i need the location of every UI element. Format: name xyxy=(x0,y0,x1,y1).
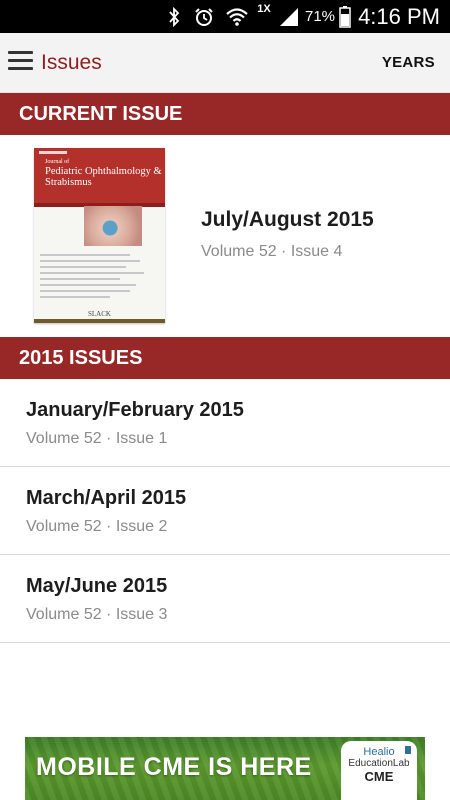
issue-title: January/February 2015 xyxy=(26,399,244,421)
current-issue-title: July/August 2015 xyxy=(201,208,374,231)
status-bar: 1X 71% 4:16 PM xyxy=(0,0,450,33)
issue-cover-image[interactable]: Journal of Pediatric Ophthalmology & Str… xyxy=(34,148,165,323)
cover-text-line xyxy=(40,284,136,286)
logo-accent xyxy=(405,746,411,754)
cover-text-line xyxy=(40,278,120,280)
signal-icon xyxy=(276,0,302,33)
alarm-icon xyxy=(192,0,216,33)
cover-text-line xyxy=(40,272,144,274)
issue-title: March/April 2015 xyxy=(26,487,187,509)
issue-title: May/June 2015 xyxy=(26,575,168,597)
cover-bottom-band xyxy=(34,319,165,323)
issue-list: January/February 2015 Volume 52 · Issue … xyxy=(0,379,450,643)
current-issue-subtitle: Volume 52 · Issue 4 xyxy=(201,243,343,260)
cover-text-line xyxy=(40,290,130,292)
battery-icon xyxy=(337,0,353,33)
cover-masthead: Journal of Pediatric Ophthalmology & Str… xyxy=(34,148,165,203)
issue-subtitle: Volume 52 · Issue 3 xyxy=(26,606,168,623)
clock: 4:16 PM xyxy=(358,4,440,29)
current-issue-item[interactable]: Journal of Pediatric Ophthalmology & Str… xyxy=(0,135,450,337)
app-bar: Issues YEARS xyxy=(0,33,450,93)
issue-subtitle: Volume 52 · Issue 1 xyxy=(26,430,168,447)
logo-line-cme: CME xyxy=(364,769,394,784)
issue-subtitle: Volume 52 · Issue 2 xyxy=(26,518,168,535)
cover-publisher: SLACK xyxy=(88,310,111,318)
bluetooth-icon xyxy=(163,0,185,33)
section-header-current-issue: CURRENT ISSUE xyxy=(0,93,450,135)
cover-text-line xyxy=(40,266,126,268)
cover-journal-title: Pediatric Ophthalmology & Strabismus xyxy=(45,166,162,188)
cover-text-line xyxy=(40,260,140,262)
page-title: Issues xyxy=(41,51,102,74)
issue-list-item[interactable]: May/June 2015 Volume 52 · Issue 3 xyxy=(0,555,450,643)
hamburger-menu-icon[interactable] xyxy=(8,49,34,75)
cover-journal-line: Journal of xyxy=(45,159,70,165)
cover-text-line xyxy=(40,296,110,298)
section-header-2015-issues: 2015 ISSUES xyxy=(0,337,450,379)
issue-list-item[interactable]: March/April 2015 Volume 52 · Issue 2 xyxy=(0,467,450,555)
network-type: 1X xyxy=(257,3,271,15)
cover-logo xyxy=(39,151,67,154)
current-issue-text: July/August 2015 Volume 52 · Issue 4 xyxy=(201,208,374,261)
issue-list-item[interactable]: January/February 2015 Volume 52 · Issue … xyxy=(0,379,450,467)
healio-educationlab-logo: Healio EducationLab CME xyxy=(341,741,417,800)
wifi-icon xyxy=(224,0,250,33)
cover-eye-photo xyxy=(84,206,142,246)
battery-percent: 71% xyxy=(305,8,336,25)
ad-headline: MOBILE CME IS HERE xyxy=(36,753,312,781)
years-button[interactable]: YEARS xyxy=(382,33,435,93)
cover-text-line xyxy=(40,254,130,256)
cme-ad-banner[interactable]: MOBILE CME IS HERE Healio EducationLab C… xyxy=(25,737,425,800)
